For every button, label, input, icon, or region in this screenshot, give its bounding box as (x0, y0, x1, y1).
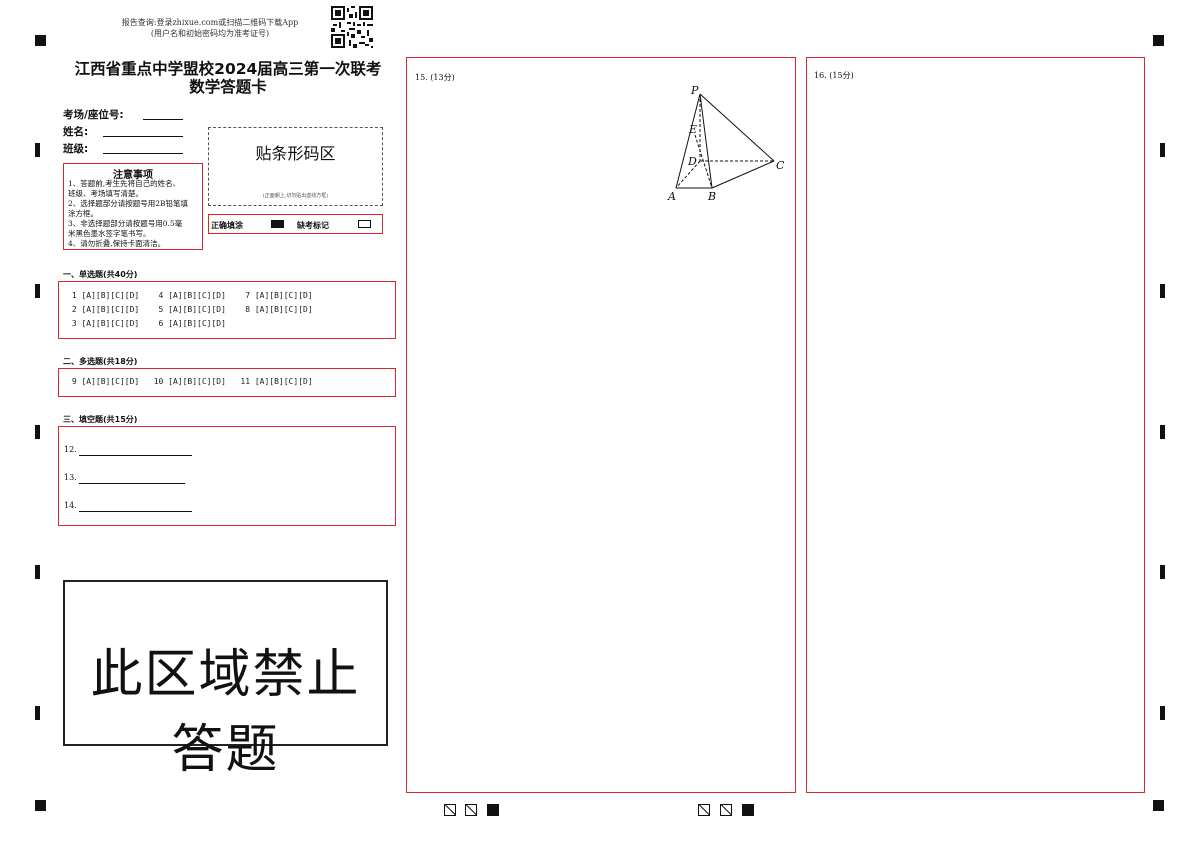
notice-line: 2、选择题部分请按题号用2B铅笔填 (68, 199, 189, 208)
corner-mark-top-right (1153, 35, 1164, 46)
notice-line: 1、答题前,考生先将自己的姓名、 (68, 179, 181, 188)
class-label: 班级: (63, 143, 89, 155)
qr-code-icon[interactable] (331, 6, 373, 48)
timing-mark (35, 706, 40, 720)
question-16-label: 16. (15分) (814, 71, 854, 80)
barcode-hint: (正面朝上,切勿贴出虚线方框) (262, 193, 329, 199)
timing-mark (35, 143, 40, 157)
choice-row[interactable]: 1 [A][B][C][D] 4 [A][B][C][D] 7 [A][B][C… (67, 291, 313, 300)
corner-mark-bottom-right (1153, 800, 1164, 811)
timing-mark (35, 565, 40, 579)
figure-label: P (690, 84, 699, 97)
figure-label: B (707, 190, 716, 203)
page-id-box (698, 804, 710, 816)
pyramid-figure: P E D C A B (667, 84, 785, 203)
multi-choice-box: 9 [A][B][C][D] 10 [A][B][C][D] 11 [A][B]… (58, 368, 396, 397)
fill-blank-title: 三、填空题(共15分) (63, 415, 138, 424)
report-query-line: 报告查询:登录zhixue.com或扫描二维码下载App (121, 18, 299, 27)
blank-answer-line[interactable] (79, 483, 185, 484)
corner-mark-top-left (35, 35, 46, 46)
timing-mark (1160, 565, 1165, 579)
class-field[interactable] (103, 153, 183, 154)
timing-mark (1160, 706, 1165, 720)
page-id-box (487, 804, 499, 816)
figure-label: C (776, 159, 785, 172)
notice-line: 3、非选择题部分请按题号用0.5毫 (68, 219, 183, 228)
choice-row[interactable]: 2 [A][B][C][D] 5 [A][B][C][D] 8 [A][B][C… (67, 305, 313, 314)
barcode-area: 贴条形码区 (正面朝上,切勿贴出虚线方框) (208, 127, 383, 206)
timing-mark (35, 425, 40, 439)
timing-mark (1160, 284, 1165, 298)
choice-row[interactable]: 3 [A][B][C][D] 6 [A][B][C][D] (67, 319, 226, 328)
room-seat-field[interactable] (143, 119, 183, 120)
forbidden-area: 此区域禁止答题 (63, 580, 388, 780)
blank-number: 13. (64, 473, 77, 482)
figure-label: D (687, 155, 697, 168)
blank-number: 14. (64, 501, 77, 510)
notice-line: 4、请勿折叠,保持卡面清洁。 (68, 239, 166, 248)
forbidden-text: 此区域禁止答题 (90, 645, 361, 780)
page-id-box (742, 804, 754, 816)
name-label: 姓名: (63, 126, 89, 138)
exam-subtitle: 数学答题卡 (189, 78, 267, 96)
corner-mark-bottom-left (35, 800, 46, 811)
single-choice-title: 一、单选题(共40分) (63, 270, 138, 279)
fill-legend: 正确填涂 缺考标记 (208, 214, 383, 234)
timing-mark (35, 284, 40, 298)
barcode-label: 贴条形码区 (255, 144, 336, 163)
answer-box-q16[interactable]: 16. (15分) (806, 57, 1145, 793)
page-id-box (720, 804, 732, 816)
absent-mark-box[interactable] (358, 220, 371, 228)
notice-line: 班级、考场填写清楚。 (68, 189, 143, 198)
notice-box: 注意事项 1、答题前,考生先将自己的姓名、 班级、考场填写清楚。 2、选择题部分… (63, 163, 203, 250)
figure-label: A (667, 190, 676, 203)
timing-mark (1160, 143, 1165, 157)
blank-answer-line[interactable] (79, 511, 192, 512)
blank-answer-line[interactable] (79, 455, 192, 456)
notice-line: 涂方框。 (68, 209, 98, 218)
fill-blank-box: 12. 13. 14. (58, 426, 396, 526)
page-id-box (465, 804, 477, 816)
exam-title: 江西省重点中学盟校2024届高三第一次联考 (74, 60, 382, 78)
notice-line: 米黑色墨水签字笔书写。 (68, 229, 151, 238)
page-id-box (444, 804, 456, 816)
figure-label: E (688, 123, 697, 136)
room-seat-label: 考场/座位号: (63, 109, 124, 121)
multi-choice-title: 二、多选题(共18分) (63, 357, 138, 366)
question-15-label: 15. (13分) (415, 73, 455, 82)
timing-mark (1160, 425, 1165, 439)
correct-fill-sample (271, 220, 284, 228)
report-query-note: (用户名和初始密码均为准考证号) (150, 29, 270, 38)
correct-fill-label: 正确填涂 (211, 221, 243, 230)
absent-mark-label: 缺考标记 (297, 221, 329, 230)
single-choice-box: 1 [A][B][C][D] 4 [A][B][C][D] 7 [A][B][C… (58, 281, 396, 339)
choice-row[interactable]: 9 [A][B][C][D] 10 [A][B][C][D] 11 [A][B]… (67, 377, 313, 386)
name-field[interactable] (103, 136, 183, 137)
blank-number: 12. (64, 445, 77, 454)
